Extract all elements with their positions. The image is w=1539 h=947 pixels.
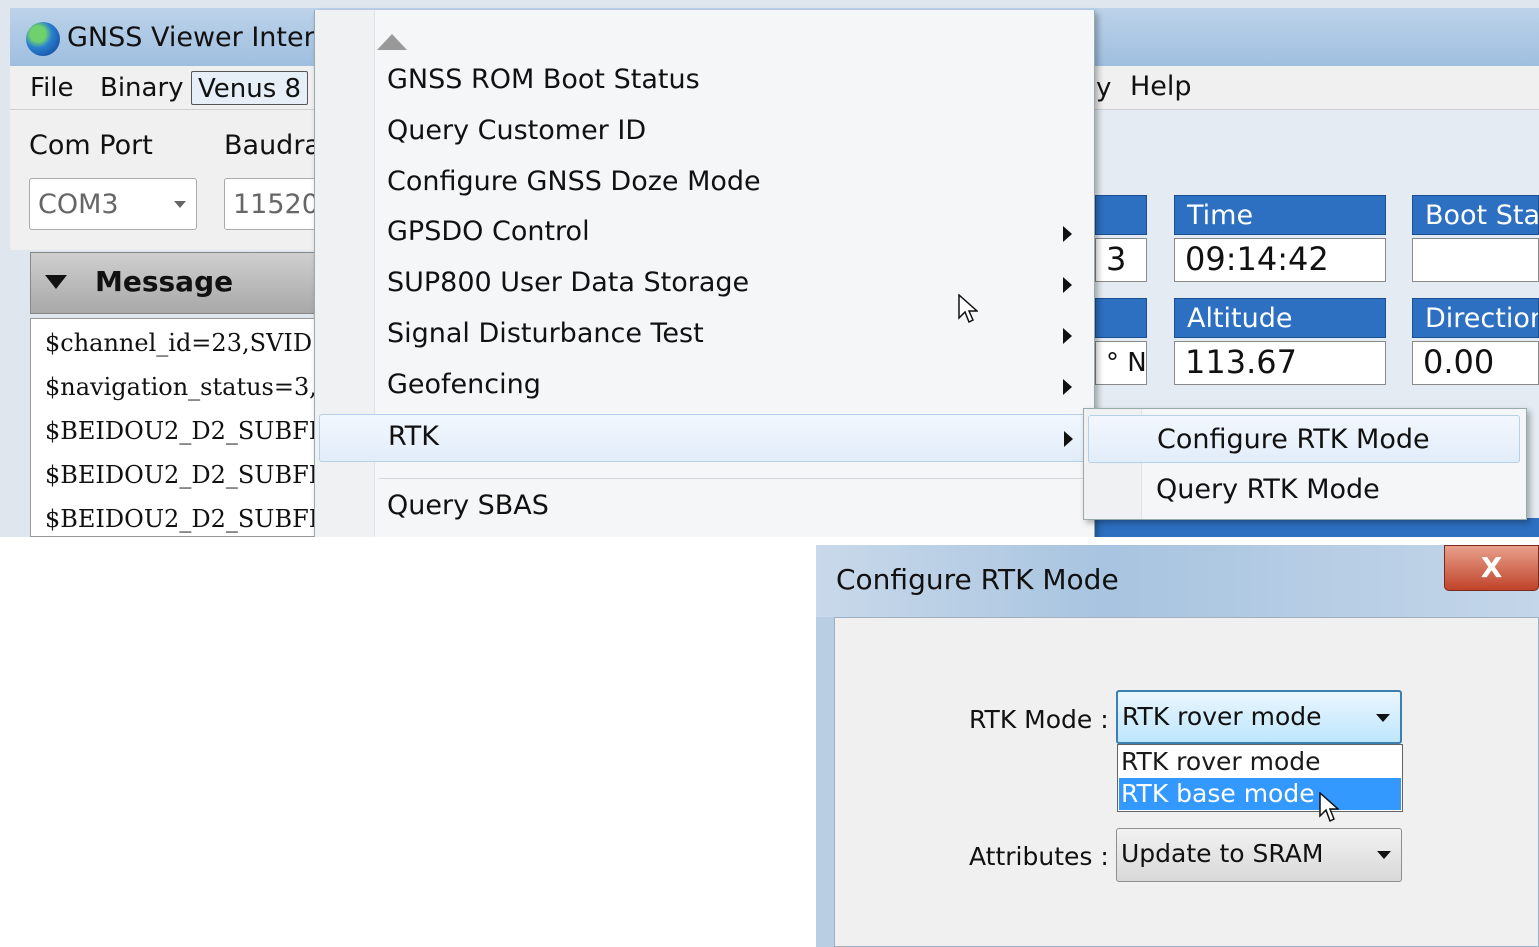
menu-item-query-rtk-mode[interactable]: Query RTK Mode: [1088, 466, 1520, 514]
menu-item-rtk[interactable]: RTK: [319, 414, 1087, 462]
rtk-mode-label: RTK Mode :: [969, 705, 1109, 734]
mouse-cursor-icon: [1319, 792, 1339, 823]
rtk-mode-select[interactable]: RTK rover mode: [1116, 690, 1402, 744]
message-line: $BEIDOU2_D2_SUBFR: [45, 461, 315, 489]
menu-item-configure-doze-mode[interactable]: Configure GNSS Doze Mode: [319, 160, 1087, 208]
menu-item-label: GPSDO Control: [387, 216, 590, 247]
menu-item-query-customer-id[interactable]: Query Customer ID: [319, 109, 1087, 157]
status-strip: [1095, 518, 1539, 537]
chevron-down-icon: [174, 201, 186, 208]
attributes-select[interactable]: Update to SRAM: [1116, 828, 1402, 882]
menu-item-label: Configure GNSS Doze Mode: [387, 166, 761, 197]
dialog-titlebar[interactable]: Configure RTK Mode X: [816, 545, 1539, 617]
dialog-title: Configure RTK Mode: [836, 563, 1119, 596]
com-port-select[interactable]: COM3: [29, 178, 197, 230]
message-panel-header[interactable]: Message: [30, 252, 315, 314]
close-button[interactable]: X: [1444, 545, 1539, 591]
venus8-dropdown-menu: GNSS ROM Boot Status Query Customer ID C…: [314, 10, 1095, 537]
submenu-arrow-icon: [1064, 431, 1073, 447]
direction-header: Direction: [1412, 298, 1539, 338]
baudrate-label: Baudra: [224, 130, 321, 161]
chevron-down-icon: [1377, 851, 1391, 859]
time-header: Time: [1174, 195, 1386, 235]
rtk-mode-value: RTK rover mode: [1122, 702, 1322, 731]
baudrate-select[interactable]: 11520: [224, 178, 324, 230]
com-port-label: Com Port: [29, 130, 153, 161]
menu-item-label: Configure RTK Mode: [1157, 424, 1430, 455]
message-line: $channel_id=23,SVID=2: [45, 329, 314, 357]
chevron-down-icon: [1376, 714, 1390, 722]
menu-file[interactable]: File: [24, 71, 80, 105]
partial-field-value-1: 3: [1095, 238, 1147, 282]
menu-item-label: Geofencing: [387, 369, 541, 400]
altitude-header: Altitude: [1174, 298, 1386, 338]
message-line: $navigation_status=3,w: [45, 373, 315, 401]
rtk-mode-options: RTK rover mode RTK base mode: [1117, 744, 1403, 812]
menu-item-label: Query Customer ID: [387, 115, 647, 146]
collapse-triangle-icon: [45, 275, 67, 289]
menu-venus8[interactable]: Venus 8: [191, 71, 309, 105]
submenu-arrow-icon: [1063, 379, 1072, 395]
menu-item-geofencing[interactable]: Geofencing: [319, 363, 1087, 411]
altitude-value: 113.67: [1174, 341, 1386, 385]
baudrate-value: 11520: [233, 189, 319, 220]
menu-item-label: RTK: [388, 421, 439, 452]
partial-field-header: [1095, 298, 1147, 338]
submenu-arrow-icon: [1063, 226, 1072, 242]
direction-value: 0.00: [1412, 341, 1539, 385]
menu-item-label: Signal Disturbance Test: [387, 318, 704, 349]
main-window-screenshot: GNSS Viewer Internal File Binary Venus 8…: [0, 0, 1539, 537]
menu-help[interactable]: Help: [1130, 71, 1192, 102]
menu-item-query-sbas[interactable]: Query SBAS: [319, 484, 1087, 532]
option-rtk-rover-mode[interactable]: RTK rover mode: [1119, 746, 1401, 778]
menu-item-label: Query SBAS: [387, 490, 549, 521]
partial-field-header: [1095, 195, 1147, 235]
com-port-value: COM3: [38, 189, 119, 220]
menu-item-label: SUP800 User Data Storage: [387, 267, 750, 298]
message-line: $BEIDOU2_D2_SUBFR: [45, 417, 315, 445]
globe-icon: [26, 22, 60, 56]
mouse-cursor-icon: [958, 294, 978, 324]
time-value: 09:14:42: [1174, 238, 1386, 282]
boot-status-header: Boot Stat: [1412, 195, 1539, 235]
attributes-label: Attributes :: [969, 842, 1109, 871]
message-list[interactable]: $channel_id=23,SVID=2 $navigation_status…: [30, 318, 315, 537]
attributes-value: Update to SRAM: [1121, 839, 1324, 868]
menu-binary[interactable]: Binary: [94, 71, 190, 105]
menu-item-label: GNSS ROM Boot Status: [387, 64, 700, 95]
message-line: $BEIDOU2_D2_SUBFR: [45, 505, 315, 533]
menu-item-gnss-rom-boot-status[interactable]: GNSS ROM Boot Status: [319, 58, 1087, 106]
window-title: GNSS Viewer Internal: [67, 22, 356, 53]
submenu-arrow-icon: [1063, 328, 1072, 344]
rtk-submenu: Configure RTK Mode Query RTK Mode: [1083, 408, 1527, 520]
partial-field-value-2: ° N: [1095, 341, 1147, 385]
scroll-up-icon[interactable]: [377, 34, 407, 50]
boot-status-value: [1412, 238, 1539, 282]
menu-item-configure-rtk-mode[interactable]: Configure RTK Mode: [1088, 415, 1520, 463]
dialog-body: RTK Mode : RTK rover mode RTK rover mode…: [834, 617, 1539, 947]
submenu-arrow-icon: [1063, 277, 1072, 293]
message-panel-title: Message: [95, 265, 234, 298]
menu-item-gpsdo-control[interactable]: GPSDO Control: [319, 210, 1087, 258]
configure-rtk-dialog: Configure RTK Mode X RTK Mode : RTK rove…: [816, 545, 1539, 947]
menu-separator: [379, 478, 1084, 479]
menu-item-label: Query RTK Mode: [1156, 474, 1380, 505]
option-rtk-base-mode[interactable]: RTK base mode: [1119, 778, 1401, 810]
